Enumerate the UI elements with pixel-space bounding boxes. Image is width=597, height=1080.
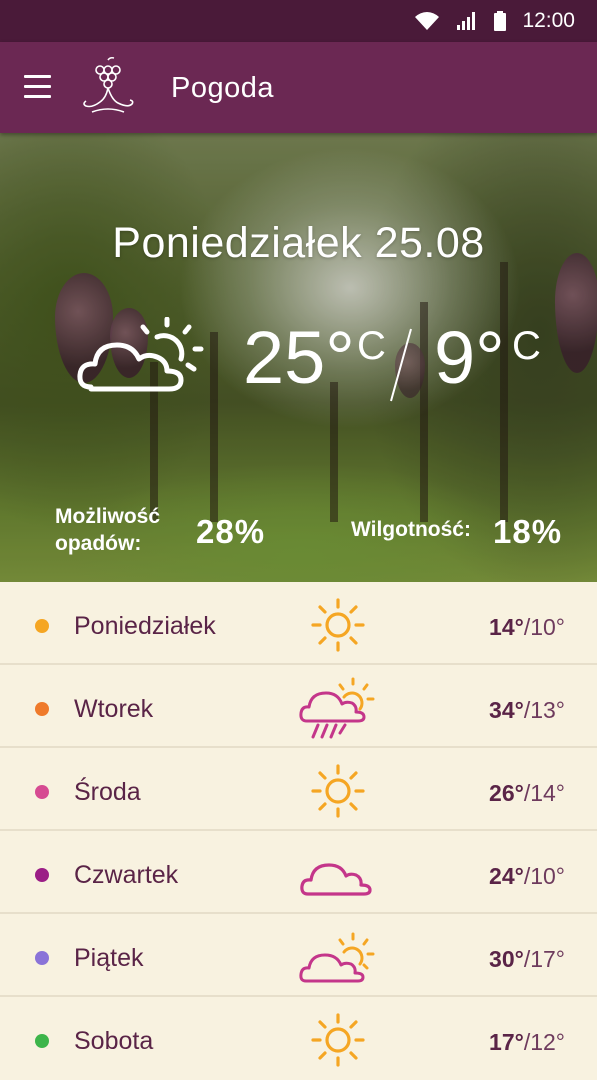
day-temps: 26°/14°: [489, 780, 565, 806]
rain-sun-icon: [299, 677, 375, 739]
day-temps: 17°/12°: [489, 1029, 565, 1055]
day-color-dot: [35, 785, 49, 799]
temp-min-unit: C: [512, 324, 541, 368]
rain-chance-value: 28%: [196, 513, 266, 550]
wifi-icon: [415, 12, 440, 30]
list-item[interactable]: Czwartek 24°/10°: [0, 831, 597, 914]
temp-max: 25°: [243, 316, 355, 399]
day-name: Czwartek: [74, 861, 179, 889]
divider-slash: [390, 328, 412, 402]
hero-weather-panel: Poniedziałek 25.08 25° C 9° C Możliwość …: [0, 133, 597, 582]
list-item[interactable]: Poniedziałek 14°/10°: [0, 582, 597, 665]
day-name: Poniedziałek: [74, 612, 216, 640]
sun-icon: [311, 1013, 365, 1067]
app-bar: Pogoda: [0, 42, 597, 133]
day-name: Środa: [74, 778, 141, 806]
current-date: Poniedziałek 25.08: [112, 219, 485, 267]
day-name: Wtorek: [74, 695, 154, 723]
humidity-label: Wilgotność:: [351, 518, 471, 541]
day-temps: 30°/17°: [489, 946, 565, 972]
signal-icon: [457, 12, 476, 30]
day-temps: 24°/10°: [489, 863, 565, 889]
clock: 12:00: [522, 9, 575, 32]
status-bar: 12:00: [0, 0, 597, 42]
temp-min: 9°: [434, 316, 505, 399]
day-temps: 34°/13°: [489, 697, 565, 723]
cloud-sun-icon: [299, 932, 375, 983]
forecast-list: Poniedziałek 14°/10° Wtorek 34°/13° Środ…: [0, 582, 597, 1080]
list-item[interactable]: Sobota 17°/12°: [0, 997, 597, 1080]
list-item[interactable]: Środa 26°/14°: [0, 748, 597, 831]
day-color-dot: [35, 1034, 49, 1048]
day-color-dot: [35, 619, 49, 633]
partly-cloudy-icon: [77, 317, 204, 392]
cloud-icon: [300, 863, 372, 896]
sun-icon: [311, 764, 365, 818]
day-temps: 14°/10°: [489, 614, 565, 640]
grape-logo: [83, 56, 134, 113]
day-name: Sobota: [74, 1027, 154, 1055]
rain-chance-label: Możliwość opadów:: [55, 505, 161, 555]
sun-icon: [311, 598, 365, 652]
page-title: Pogoda: [171, 72, 274, 104]
day-color-dot: [35, 951, 49, 965]
day-color-dot: [35, 868, 49, 882]
battery-icon: [494, 11, 507, 31]
humidity-value: 18%: [493, 513, 563, 550]
day-name: Piątek: [74, 944, 144, 972]
day-color-dot: [35, 702, 49, 716]
list-item[interactable]: Piątek 30°/17°: [0, 914, 597, 997]
list-item[interactable]: Wtorek 34°/13°: [0, 665, 597, 748]
hamburger-menu-icon[interactable]: [24, 75, 51, 99]
